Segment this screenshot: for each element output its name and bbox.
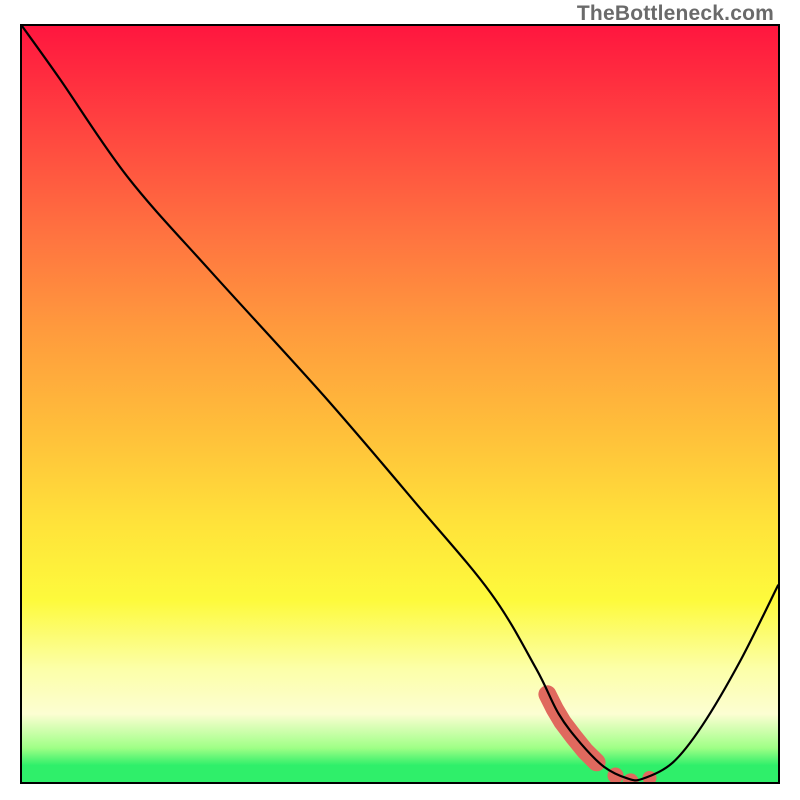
chart-svg — [22, 26, 778, 782]
chart-frame — [20, 24, 780, 784]
bottleneck-curve-line — [22, 26, 778, 780]
watermark-text: TheBottleneck.com — [577, 2, 774, 26]
valley-accent-stroke — [547, 694, 656, 784]
